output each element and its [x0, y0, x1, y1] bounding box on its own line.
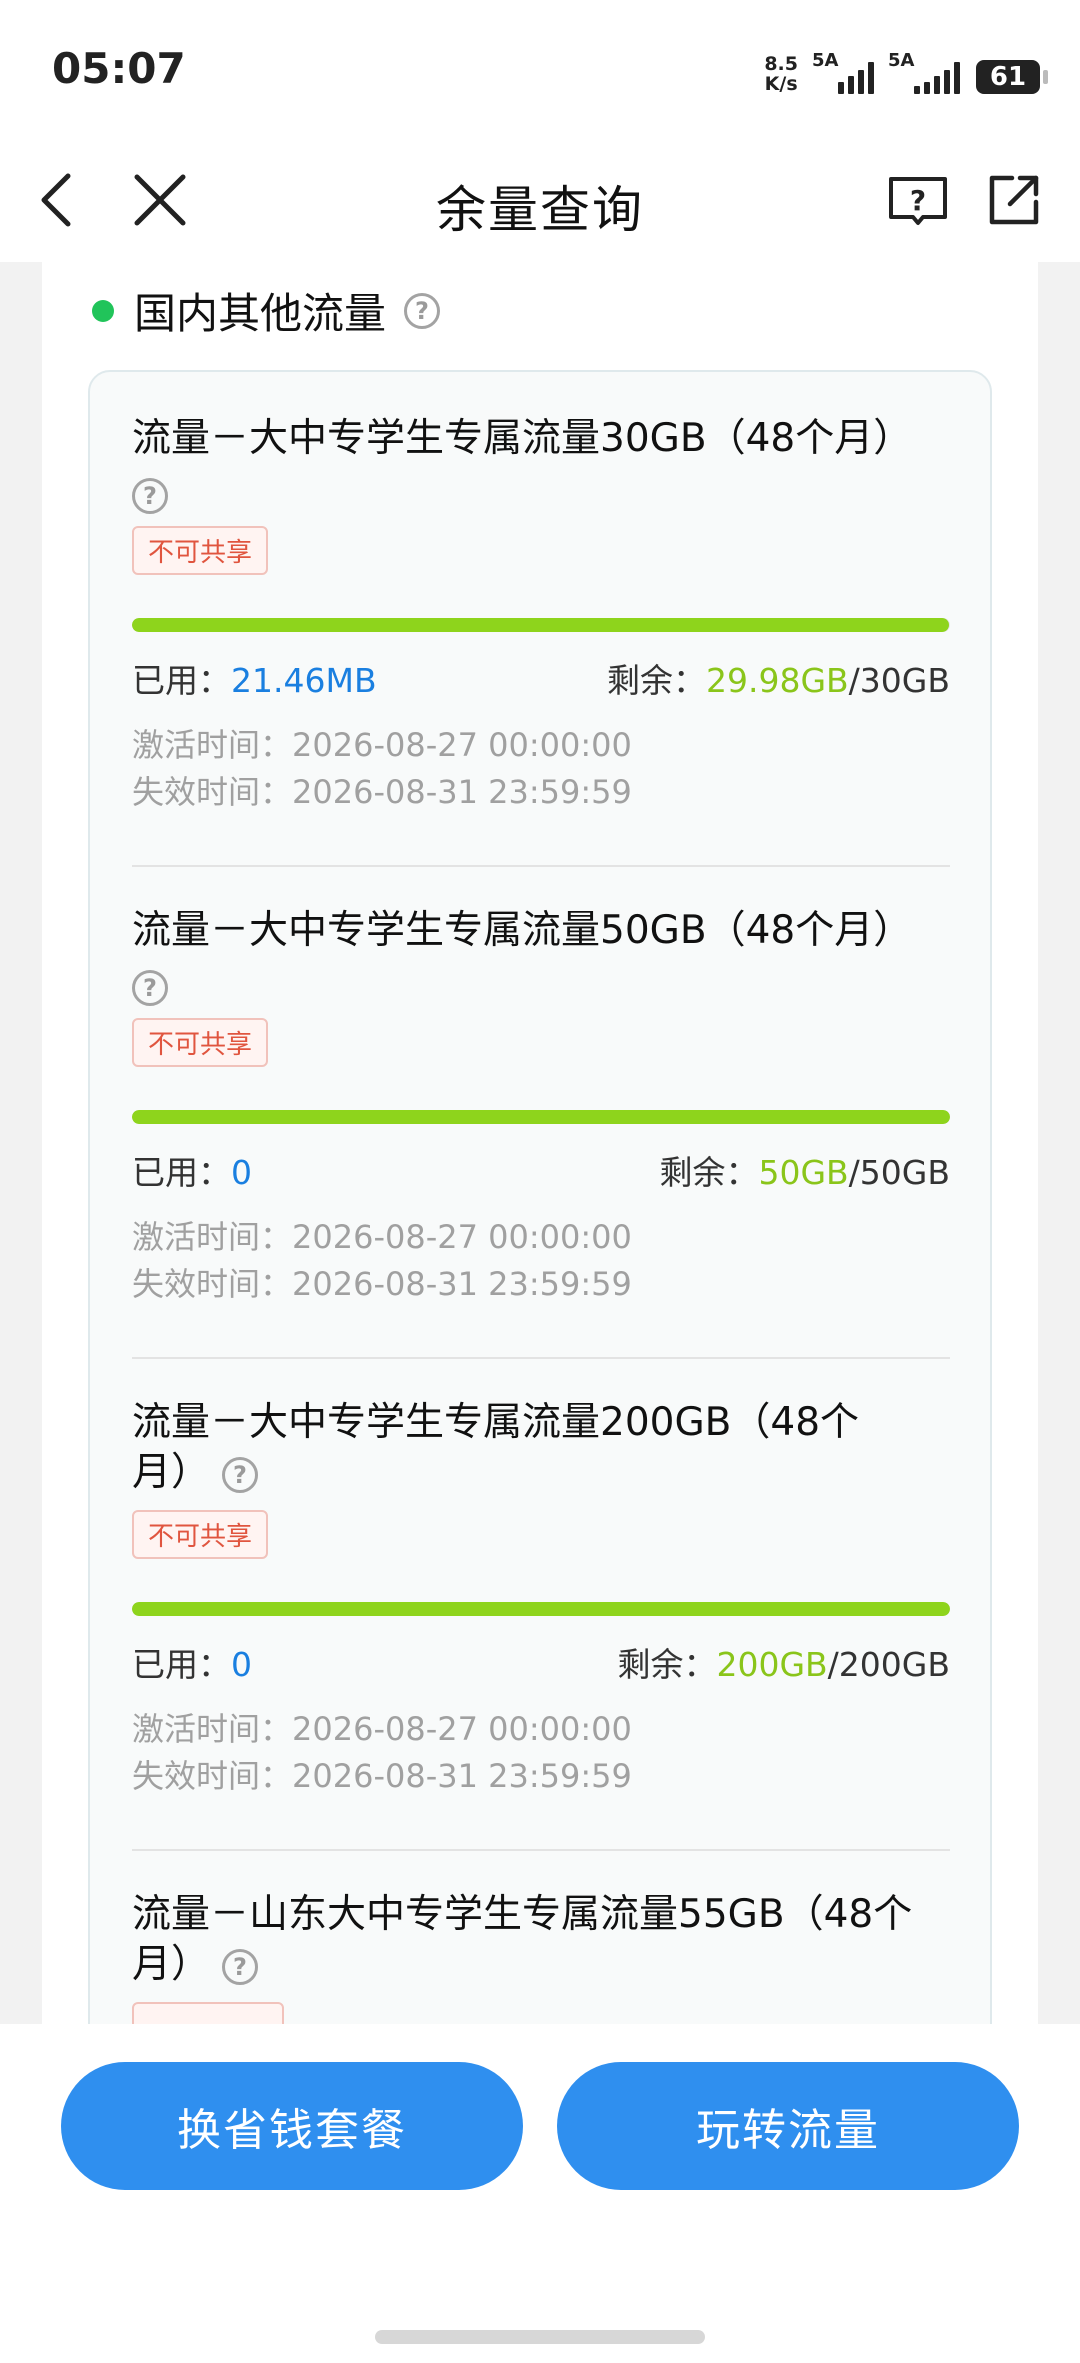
- package-item: 流量－大中专学生专属流量50GB（48个月） ? 不可共享: [132, 906, 950, 1067]
- remain-label: 剩余：50GB/50GB: [659, 1153, 950, 1192]
- traffic-explore-button[interactable]: 玩转流量: [557, 2062, 1019, 2190]
- used-label: 已用：0: [132, 1645, 252, 1684]
- package-title: 流量－大中专学生专属流量30GB（48个月） ?: [132, 414, 950, 514]
- package-item: 流量－大中专学生专属流量200GB（48个月）? 不可共享: [132, 1398, 950, 1559]
- not-shareable-badge: 不可共享: [132, 1018, 269, 1067]
- remain-value: 50GB: [758, 1153, 849, 1192]
- remain-value: 200GB: [716, 1645, 828, 1684]
- divider: [132, 865, 950, 867]
- expire-time: 失效时间：2026-08-31 23:59:59: [132, 773, 632, 811]
- section-header: 国内其他流量 ?: [92, 280, 441, 341]
- content-panel: 国内其他流量 ? 流量－大中专学生专属流量30GB（48个月） ? 不可共享 已…: [42, 262, 1038, 2024]
- progress-fill: [132, 1602, 950, 1616]
- usage-progress-bar: [132, 1602, 950, 1616]
- expire-time: 失效时间：2026-08-31 23:59:59: [132, 1265, 632, 1303]
- not-shareable-badge: 不可共享: [132, 1510, 269, 1559]
- section-title: 国内其他流量: [134, 289, 387, 338]
- package-item: 流量－大中专学生专属流量30GB（48个月） ? 不可共享: [132, 414, 950, 575]
- remain-value: 29.98GB: [705, 661, 849, 700]
- battery-icon: 61: [976, 60, 1048, 94]
- used-value: 0: [231, 1153, 252, 1192]
- status-bar: 05:07 8.5 K/s 5A 5A 61: [0, 0, 1080, 140]
- remain-label: 剩余：29.98GB/30GB: [606, 661, 950, 700]
- usage-row: 已用：0 剩余：200GB/200GB: [132, 1638, 950, 1684]
- not-shareable-badge: 不可共享: [132, 526, 269, 575]
- status-icons: 8.5 K/s 5A 5A 61: [764, 50, 1048, 95]
- help-icon[interactable]: ?: [404, 292, 441, 329]
- status-dot: [92, 299, 114, 322]
- help-icon[interactable]: ?: [222, 1948, 259, 1985]
- progress-fill: [132, 1110, 950, 1124]
- bottom-action-bar: 换省钱套餐 玩转流量: [0, 2024, 1080, 2363]
- validity-times: 激活时间：2026-08-27 00:00:00 失效时间：2026-08-31…: [132, 722, 950, 816]
- help-button[interactable]: ?: [876, 158, 960, 242]
- svg-text:?: ?: [910, 184, 926, 217]
- share-button[interactable]: [972, 158, 1056, 242]
- package-title: 流量－大中专学生专属流量200GB（48个月）?: [132, 1400, 860, 1495]
- package-title: 流量－山东大中专学生专属流量55GB（48个月）?: [132, 1892, 913, 1987]
- validity-times: 激活时间：2026-08-27 00:00:00 失效时间：2026-08-31…: [132, 1706, 950, 1800]
- remain-label: 剩余：200GB/200GB: [617, 1645, 950, 1684]
- divider: [132, 1357, 950, 1359]
- expire-time: 失效时间：2026-08-31 23:59:59: [132, 1757, 632, 1795]
- divider: [132, 1849, 950, 1851]
- help-icon[interactable]: ?: [132, 969, 168, 1006]
- share-external-icon: [989, 175, 1039, 225]
- usage-row: 已用：21.46MB 剩余：29.98GB/30GB: [132, 654, 950, 700]
- usage-progress-bar: [132, 1110, 950, 1124]
- used-label: 已用：0: [132, 1153, 252, 1192]
- total-value: /50GB: [848, 1153, 950, 1192]
- status-time: 05:07: [52, 44, 186, 93]
- package-card: 流量－大中专学生专属流量30GB（48个月） ? 不可共享 已用：21.46MB…: [88, 370, 992, 2024]
- used-value: 21.46MB: [231, 661, 377, 700]
- progress-fill: [132, 618, 950, 632]
- activate-time: 激活时间：2026-08-27 00:00:00: [132, 1710, 632, 1748]
- usage-row: 已用：0 剩余：50GB/50GB: [132, 1146, 950, 1192]
- used-label: 已用：21.46MB: [132, 661, 377, 700]
- package-title: 流量－大中专学生专属流量50GB（48个月） ?: [132, 906, 950, 1006]
- total-value: /30GB: [848, 661, 950, 700]
- total-value: /200GB: [827, 1645, 950, 1684]
- signal-strength-icon-2: 5A: [888, 50, 962, 94]
- network-speed: 8.5 K/s: [764, 53, 798, 95]
- used-value: 0: [231, 1645, 252, 1684]
- help-icon[interactable]: ?: [132, 477, 168, 514]
- activate-time: 激活时间：2026-08-27 00:00:00: [132, 726, 632, 764]
- help-icon[interactable]: ?: [222, 1456, 259, 1493]
- help-book-icon: ?: [889, 177, 947, 225]
- signal-strength-icon: 5A: [812, 50, 874, 94]
- validity-times: 激活时间：2026-08-27 00:00:00 失效时间：2026-08-31…: [132, 1214, 950, 1308]
- package-item: 流量－山东大中专学生专属流量55GB（48个月）?: [132, 1890, 950, 2024]
- home-indicator[interactable]: [375, 2330, 705, 2344]
- activate-time: 激活时间：2026-08-27 00:00:00: [132, 1218, 632, 1256]
- nav-bar: 余量查询 ?: [0, 140, 1080, 262]
- not-shareable-badge: [132, 2002, 284, 2024]
- usage-progress-bar: [132, 618, 950, 632]
- switch-plan-button[interactable]: 换省钱套餐: [61, 2062, 523, 2190]
